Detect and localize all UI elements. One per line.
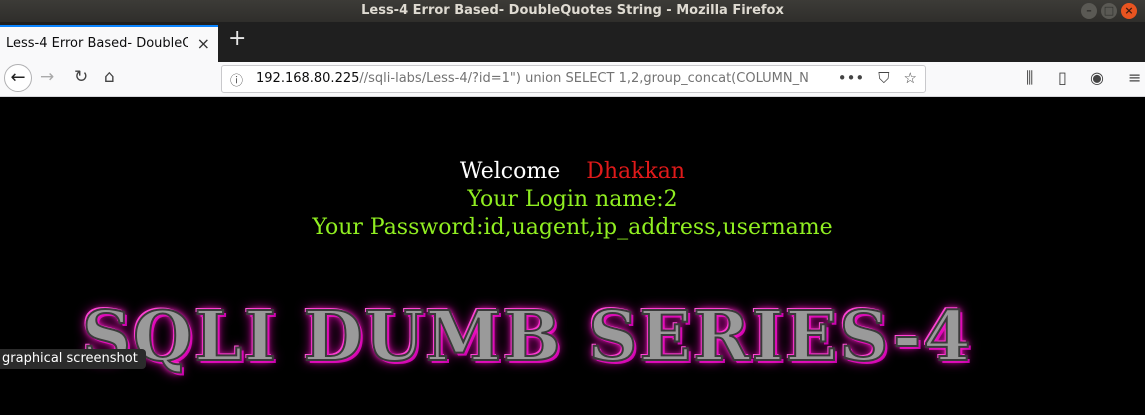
forward-arrow-icon[interactable]: → <box>40 67 54 87</box>
window-titlebar: Less-4 Error Based- DoubleQuotes String … <box>0 0 1145 22</box>
welcome-line: Welcome Dhakkan <box>0 159 1145 184</box>
window-controls: – □ × <box>1081 3 1137 19</box>
minimize-icon[interactable]: – <box>1081 3 1097 19</box>
browser-tab[interactable]: Less-4 Error Based- DoubleQ × <box>0 25 218 62</box>
bookmark-star-icon[interactable]: ☆ <box>904 69 917 87</box>
url-host: 192.168.80.225 <box>256 71 360 86</box>
sidebar-icon[interactable]: ▯ <box>1058 68 1067 87</box>
password-text: Your Password:id,uagent,ip_address,usern… <box>312 215 833 240</box>
window-title: Less-4 Error Based- DoubleQuotes String … <box>361 3 784 18</box>
sqli-banner: SQLI DUMB SERIES-4 <box>81 296 973 378</box>
library-icon[interactable]: ⫼ <box>1026 68 1033 88</box>
welcome-text: Welcome <box>459 159 561 184</box>
pocket-icon[interactable]: ⛉ <box>878 69 889 87</box>
welcome-name: Dhakkan <box>586 159 686 184</box>
login-name-text: Your Login name:2 <box>467 187 678 212</box>
home-icon[interactable]: ⌂ <box>104 67 115 87</box>
maximize-icon[interactable]: □ <box>1101 3 1117 19</box>
back-arrow-icon[interactable]: ← <box>4 64 32 92</box>
url-actions: ••• ⛉ ☆ <box>838 69 917 87</box>
navigation-toolbar: ← → ↻ ⌂ ⓘ 192.168.80.225//sqli-labs/Less… <box>0 62 1145 97</box>
tooltip: graphical screenshot <box>0 349 146 369</box>
new-tab-icon[interactable]: + <box>228 26 246 51</box>
tab-close-icon[interactable]: × <box>197 27 210 61</box>
tab-strip: Less-4 Error Based- DoubleQ × + <box>0 22 1145 62</box>
account-icon[interactable]: ◉ <box>1090 68 1104 87</box>
reload-icon[interactable]: ↻ <box>74 67 88 87</box>
menu-icon[interactable]: ≡ <box>1128 68 1141 87</box>
url-bar[interactable]: ⓘ 192.168.80.225//sqli-labs/Less-4/?id=1… <box>221 65 926 93</box>
url-text[interactable]: 192.168.80.225//sqli-labs/Less-4/?id=1")… <box>256 66 836 92</box>
more-actions-icon[interactable]: ••• <box>838 69 865 87</box>
info-icon[interactable]: ⓘ <box>230 70 243 89</box>
page-content: Welcome Dhakkan Your Login name:2 Your Pa… <box>0 97 1145 415</box>
url-path: //sqli-labs/Less-4/?id=1") union SELECT … <box>359 71 809 86</box>
close-window-icon[interactable]: × <box>1121 3 1137 19</box>
tab-title: Less-4 Error Based- DoubleQ <box>6 36 188 51</box>
